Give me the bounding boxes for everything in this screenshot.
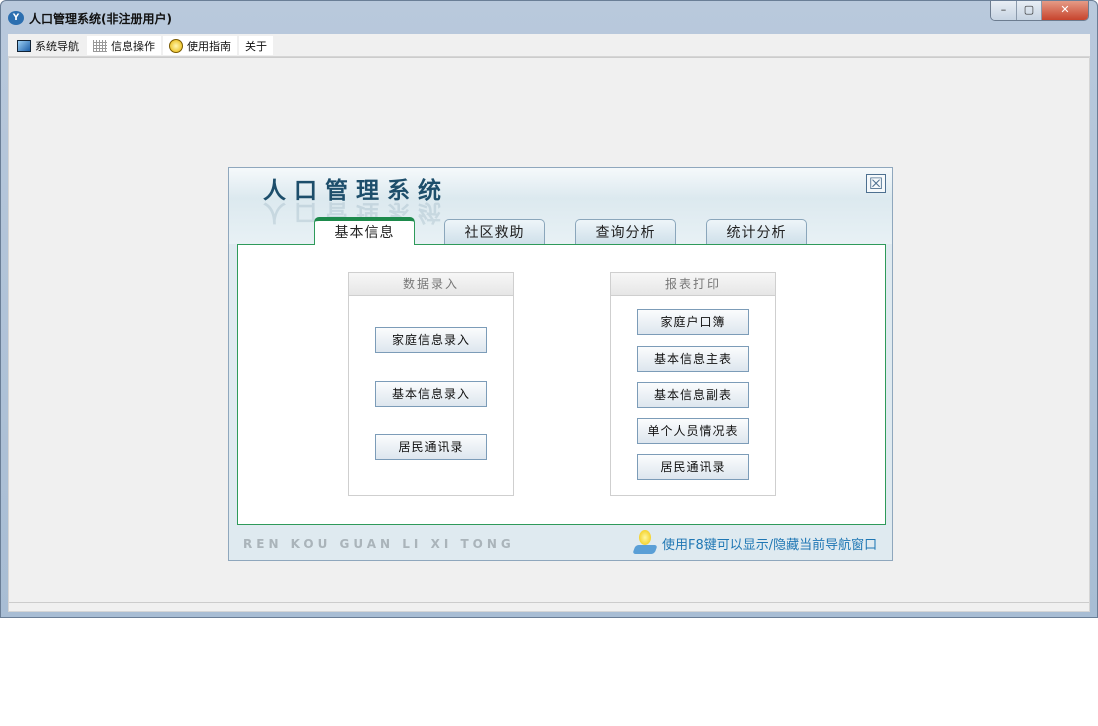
menu-label: 信息操作 xyxy=(111,39,155,53)
f8-tip: 使用F8键可以显示/隐藏当前导航窗口 xyxy=(632,530,877,556)
menu-bar: 系统导航 信息操作 使用指南 关于 xyxy=(8,34,1090,56)
data-entry-group: 数据录入 家庭信息录入 基本信息录入 居民通讯录 xyxy=(348,272,514,496)
household-register-button[interactable]: 家庭户口簿 xyxy=(637,309,749,335)
tab-query-analysis[interactable]: 查询分析 xyxy=(575,219,676,244)
panel-close-icon[interactable]: ☒ xyxy=(866,174,886,193)
app-icon: Y xyxy=(8,11,24,25)
menu-system-nav[interactable]: 系统导航 xyxy=(11,36,85,55)
family-info-entry-button[interactable]: 家庭信息录入 xyxy=(375,327,487,353)
pinyin-label: REN KOU GUAN LI XI TONG xyxy=(243,537,515,551)
menu-label: 使用指南 xyxy=(187,39,231,53)
tab-content: 数据录入 家庭信息录入 基本信息录入 居民通讯录 报表打印 家庭户口簿 基本信息… xyxy=(237,244,886,525)
menu-info-ops[interactable]: 信息操作 xyxy=(87,36,161,55)
minimize-button[interactable]: – xyxy=(991,1,1017,20)
group-title: 数据录入 xyxy=(349,273,513,296)
menu-label: 关于 xyxy=(245,39,267,53)
menu-about[interactable]: 关于 xyxy=(239,36,273,55)
lightbulb-icon xyxy=(632,530,658,556)
tab-community-aid[interactable]: 社区救助 xyxy=(444,219,545,244)
resident-contacts-print-button[interactable]: 居民通讯录 xyxy=(637,454,749,480)
basic-info-sub-button[interactable]: 基本信息副表 xyxy=(637,382,749,408)
basic-info-main-button[interactable]: 基本信息主表 xyxy=(637,346,749,372)
basic-info-entry-button[interactable]: 基本信息录入 xyxy=(375,381,487,407)
menu-guide[interactable]: 使用指南 xyxy=(163,36,237,55)
grid-icon xyxy=(93,39,107,52)
navigation-panel: 人口管理系统 人口管理系统 ☒ 基本信息 社区救助 查询分析 统计分析 数据录入… xyxy=(228,167,893,561)
report-print-group: 报表打印 家庭户口簿 基本信息主表 基本信息副表 单个人员情况表 居民通讯录 xyxy=(610,272,776,496)
help-icon xyxy=(169,38,183,53)
maximize-button[interactable]: ▢ xyxy=(1017,1,1042,20)
individual-report-button[interactable]: 单个人员情况表 xyxy=(637,418,749,444)
panel-header: 人口管理系统 人口管理系统 ☒ 基本信息 社区救助 查询分析 统计分析 xyxy=(229,168,892,245)
tab-statistics[interactable]: 统计分析 xyxy=(706,219,807,244)
title-bar: Y 人口管理系统(非注册用户) – ▢ ✕ xyxy=(1,1,1097,34)
tip-text: 使用F8键可以显示/隐藏当前导航窗口 xyxy=(662,537,878,553)
close-button[interactable]: ✕ xyxy=(1042,1,1088,20)
tab-basic-info[interactable]: 基本信息 xyxy=(314,217,415,245)
resident-contacts-button[interactable]: 居民通讯录 xyxy=(375,434,487,460)
window-title: 人口管理系统(非注册用户) xyxy=(29,12,172,26)
window-icon xyxy=(17,39,31,52)
menu-label: 系统导航 xyxy=(35,39,79,53)
group-title: 报表打印 xyxy=(611,273,775,296)
